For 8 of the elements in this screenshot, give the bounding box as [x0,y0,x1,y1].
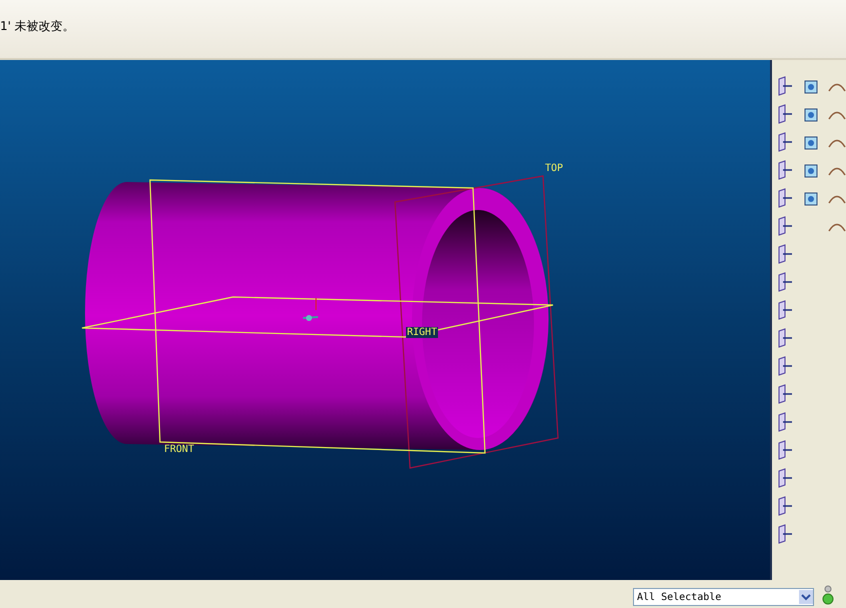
datum-label: TOP [545,163,564,174]
datum-label: RIGHT [406,327,438,338]
status-light-icon [822,584,834,606]
message-text: 1' 未被改变。 [0,18,75,34]
datum-label: FRONT [164,444,194,455]
coordinate-system-icon [302,315,318,321]
filter-dropdown[interactable]: All Selectable [633,588,814,606]
chevron-down-icon[interactable] [799,590,813,604]
